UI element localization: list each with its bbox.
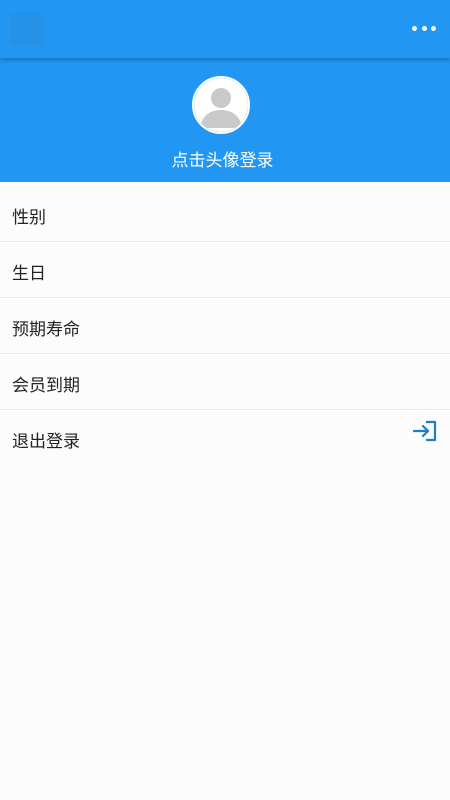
more-dot-icon xyxy=(421,25,427,31)
menu-item-label: 退出登录 xyxy=(12,432,80,452)
menu-item-gender[interactable]: 性别 xyxy=(0,186,450,242)
profile-header: 点击头像登录 xyxy=(0,58,450,182)
settings-menu: 性别 生日 预期寿命 会员到期 退出登录 xyxy=(0,186,450,466)
menu-item-label: 预期寿命 xyxy=(12,320,80,340)
more-dot-icon xyxy=(412,25,417,31)
app-logo-icon[interactable] xyxy=(10,14,44,46)
menu-item-label: 生日 xyxy=(12,264,46,284)
login-prompt[interactable]: 点击头像登录 xyxy=(0,146,445,171)
logout-icon[interactable] xyxy=(412,420,438,442)
top-app-bar xyxy=(0,0,450,58)
menu-item-label: 会员到期 xyxy=(12,376,80,396)
menu-item-life-expectancy[interactable]: 预期寿命 xyxy=(0,298,450,354)
user-avatar-icon[interactable] xyxy=(192,76,250,134)
more-options-button[interactable] xyxy=(412,18,436,38)
more-dot-icon xyxy=(431,25,436,31)
menu-item-logout[interactable]: 退出登录 xyxy=(0,410,450,466)
menu-item-label: 性别 xyxy=(12,208,46,228)
menu-item-birthday[interactable]: 生日 xyxy=(0,242,450,298)
menu-item-membership-expiry[interactable]: 会员到期 xyxy=(0,354,450,410)
